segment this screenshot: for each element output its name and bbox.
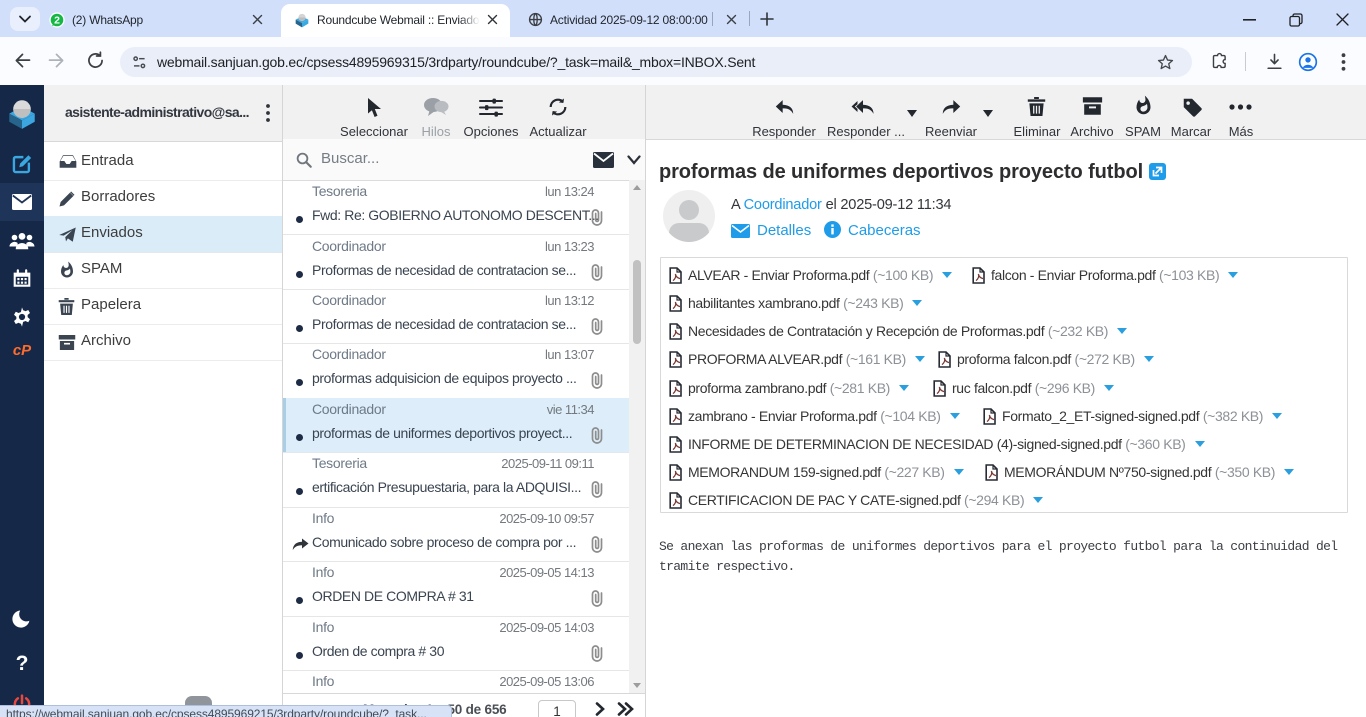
svg-text:2: 2 <box>54 15 60 27</box>
